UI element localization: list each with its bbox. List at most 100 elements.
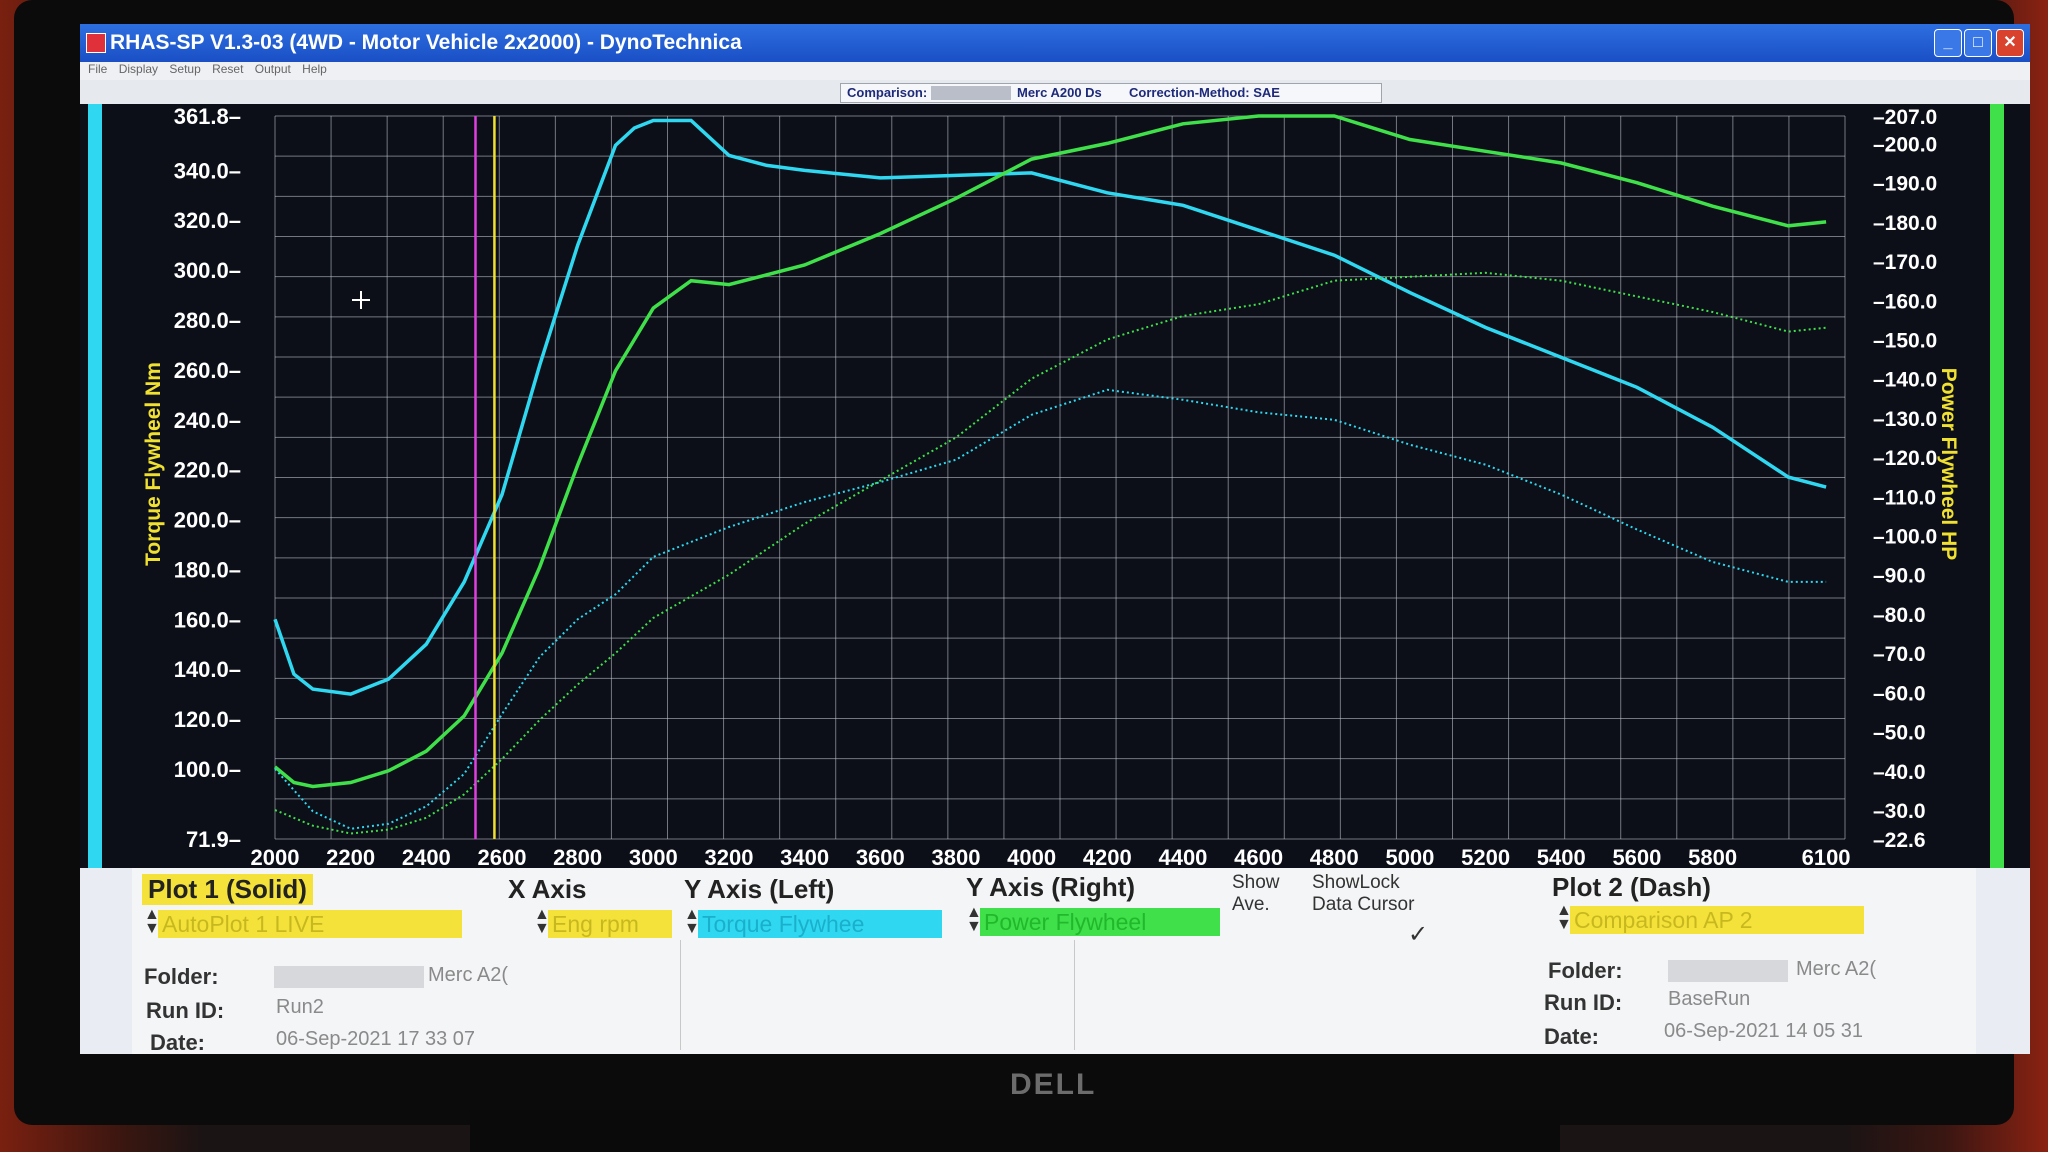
y-tick-label-right: –90.0 <box>1873 565 1926 588</box>
y-tick-label-right: –190.0 <box>1873 173 1937 196</box>
x-tick-label: 4200 <box>1083 845 1132 868</box>
x-tick-label: 2000 <box>251 845 300 868</box>
menu-setup[interactable]: Setup <box>169 62 200 76</box>
y-tick-label-left: 71.9– <box>186 827 241 852</box>
x-tick-label: 3200 <box>704 845 753 868</box>
y-tick-label-left: 160.0– <box>174 607 241 632</box>
maximize-button[interactable]: □ <box>1964 29 1992 57</box>
y-tick-label-left: 180.0– <box>174 557 241 582</box>
plot1-date-value: 06-Sep-2021 17 33 07 <box>276 1028 476 1050</box>
x-tick-label: 2600 <box>478 845 527 868</box>
comparison-bar: Comparison: Merc A200 Ds Correction-Meth… <box>80 80 2030 104</box>
plot2-date-label: Date: <box>1544 1024 1600 1049</box>
y-tick-label-right: –22.6 <box>1873 829 1926 852</box>
x-tick-label: 4000 <box>1007 845 1056 868</box>
y-tick-label-right: –120.0 <box>1873 447 1937 470</box>
y-tick-label-left: 220.0– <box>174 458 241 483</box>
plot1-runid-value: Run2 <box>276 996 324 1018</box>
comparison-vehicle: Merc A200 Ds <box>1017 85 1102 100</box>
menu-reset[interactable]: Reset <box>212 62 243 76</box>
y-tick-label-right: –110.0 <box>1873 486 1936 509</box>
x-tick-label: 3400 <box>780 845 829 868</box>
plot1-date-label: Date: <box>150 1030 206 1054</box>
menu-help[interactable]: Help <box>302 62 327 76</box>
minimize-button[interactable]: _ <box>1934 29 1962 57</box>
y-tick-label-right: –150.0 <box>1873 329 1937 352</box>
right-axis-color-bar <box>1990 104 2004 868</box>
show-lock-cursor-label[interactable]: ShowLock Data Cursor <box>1312 872 1414 916</box>
dyno-chart[interactable]: 2000 2200 2400 2600 2800 3000 3200 3400 3600 3800… <box>80 104 2030 868</box>
plot2-runid-label: Run ID: <box>1544 990 1623 1015</box>
y-tick-label-right: –30.0 <box>1873 800 1926 823</box>
title-bar[interactable]: RHAS-SP V1.3-03 (4WD - Motor Vehicle 2x2… <box>80 24 2030 62</box>
y-axis-right-select[interactable]: Power Flywheel <box>980 908 1220 936</box>
monitor-brand-logo: DELL <box>1010 1068 1097 1101</box>
y-tick-label-right: –50.0 <box>1873 722 1926 745</box>
y-tick-label-right: –170.0 <box>1873 251 1937 274</box>
x-tick-label: 3000 <box>629 845 678 868</box>
y-tick-label-right: –140.0 <box>1873 369 1937 392</box>
x-tick-label: 2200 <box>326 845 375 868</box>
plot2-date-value: 06-Sep-2021 14 05 31 <box>1664 1020 1864 1042</box>
panel-divider <box>680 940 681 1050</box>
series-line-power-flywheel <box>273 114 1827 789</box>
close-button[interactable]: ✕ <box>1996 29 2024 57</box>
show-average-label[interactable]: Show Ave. <box>1232 872 1280 916</box>
x-tick-label: 2800 <box>553 845 602 868</box>
y-tick-label-left: 361.8– <box>174 104 241 129</box>
x-tick-label: 5200 <box>1461 845 1510 868</box>
y-tick-label-left: 100.0– <box>174 757 241 782</box>
menu-bar: File Display Setup Reset Output Help <box>80 62 2030 80</box>
plot1-runid-label: Run ID: <box>146 998 225 1023</box>
y-tick-label-left: 320.0– <box>174 208 241 233</box>
redacted-field <box>1668 960 1788 982</box>
y-tick-label-left: 280.0– <box>174 308 241 333</box>
crosshair-icon <box>352 291 370 309</box>
y-tick-label-left: 240.0– <box>174 408 241 433</box>
redacted-field <box>931 86 1011 100</box>
y-tick-label-right: –40.0 <box>1873 761 1926 784</box>
left-axis-color-bar <box>88 104 102 868</box>
application-window: RHAS-SP V1.3-03 (4WD - Motor Vehicle 2x2… <box>80 24 2030 1054</box>
x-tick-label: 3800 <box>931 845 980 868</box>
app-icon <box>86 33 106 53</box>
chart-canvas[interactable]: 2000 2200 2400 2600 2800 3000 3200 3400 3600 3800… <box>80 104 2030 868</box>
x-tick-label: 3600 <box>856 845 905 868</box>
plot2-folder-label: Folder: <box>1548 958 1623 983</box>
y-axis-left-select[interactable]: Torque Flywhee <box>698 910 942 938</box>
y-tick-label-left: 200.0– <box>174 508 241 533</box>
comparison-info: Comparison: Merc A200 Ds Correction-Meth… <box>840 83 1382 103</box>
y-tick-label-right: –70.0 <box>1873 643 1926 666</box>
correction-method: Correction-Method: SAE <box>1129 85 1280 100</box>
comparison-label: Comparison: <box>847 85 928 100</box>
plot2-header: Plot 2 (Dash) <box>1552 872 1711 902</box>
y-tick-label-left: 120.0– <box>174 707 241 732</box>
plot1-header: Plot 1 (Solid) <box>142 874 313 905</box>
panel-divider <box>1074 940 1075 1050</box>
y-tick-label-right: –130.0 <box>1873 408 1937 431</box>
y-tick-label-right: –80.0 <box>1873 604 1926 627</box>
monitor-stand <box>470 1110 1560 1152</box>
plot1-folder-value: Merc A2( <box>428 964 509 986</box>
y-axis-title-left: Torque Flywheel Nm <box>142 362 165 566</box>
x-tick-label: 5400 <box>1537 845 1586 868</box>
y-axis-left-header: Y Axis (Left) <box>684 874 835 904</box>
y-axis-title-right: Power Flywheel HP <box>1937 368 1960 561</box>
y-tick-label-right: –207.0 <box>1873 106 1937 129</box>
menu-output[interactable]: Output <box>255 62 291 76</box>
window-title: RHAS-SP V1.3-03 (4WD - Motor Vehicle 2x2… <box>110 31 742 54</box>
menu-display[interactable]: Display <box>119 62 158 76</box>
redacted-field <box>274 966 424 988</box>
plot1-select[interactable]: AutoPlot 1 LIVE <box>158 910 462 938</box>
plot2-select[interactable]: Comparison AP 2 <box>1570 906 1864 934</box>
y-tick-label-right: –100.0 <box>1873 526 1937 549</box>
x-tick-label: 4800 <box>1310 845 1359 868</box>
x-tick-label: 2400 <box>402 845 451 868</box>
menu-file[interactable]: File <box>88 62 107 76</box>
y-tick-label-left: 260.0– <box>174 358 241 383</box>
y-tick-label-right: –160.0 <box>1873 290 1937 313</box>
y-tick-label-left: 140.0– <box>174 657 241 682</box>
plot2-runid-value: BaseRun <box>1668 988 1751 1010</box>
show-lock-checkbox[interactable]: ✓ <box>1408 920 1428 949</box>
x-axis-select[interactable]: Eng rpm <box>548 910 672 938</box>
